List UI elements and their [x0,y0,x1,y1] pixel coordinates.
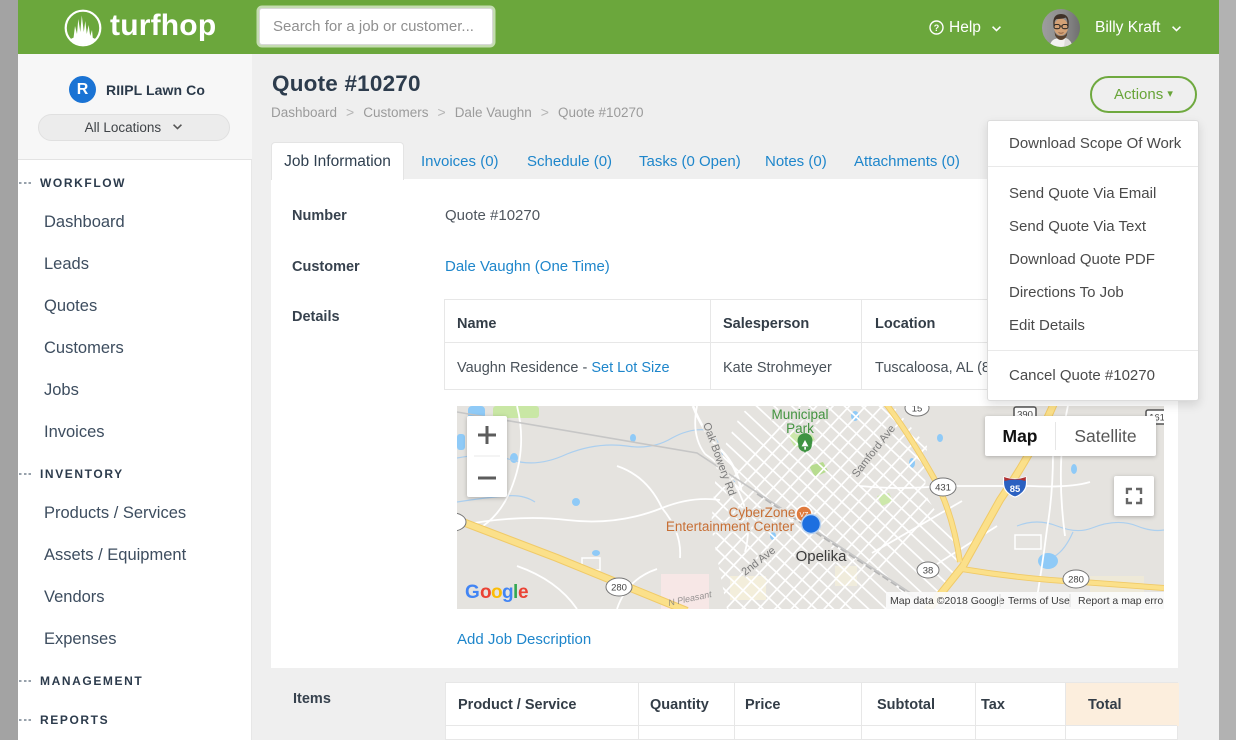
svg-text:280: 280 [1068,575,1084,586]
svg-text:Opelika: Opelika [796,548,848,565]
svg-text:Terms of Use: Terms of Use [1008,595,1070,607]
svg-text:38: 38 [923,566,934,577]
svg-text:Entertainment Center: Entertainment Center [666,519,795,534]
svg-text:?: ? [934,23,940,33]
svg-text:15: 15 [912,406,923,415]
svg-text:85: 85 [1010,484,1021,495]
svg-text:G: G [465,582,480,603]
svg-text:Map data ©2018 Google: Map data ©2018 Google [890,595,1005,607]
svg-text:o: o [491,582,503,603]
svg-text:o: o [480,582,492,603]
svg-text:Municipal: Municipal [771,407,828,422]
svg-text:e: e [518,582,529,603]
svg-text:Report a map error: Report a map error [1078,595,1164,607]
svg-text:431: 431 [935,483,951,494]
svg-text:CyberZone: CyberZone [729,505,796,520]
svg-text:280: 280 [611,583,627,594]
svg-text:Park: Park [786,421,814,436]
svg-text:g: g [502,582,514,603]
